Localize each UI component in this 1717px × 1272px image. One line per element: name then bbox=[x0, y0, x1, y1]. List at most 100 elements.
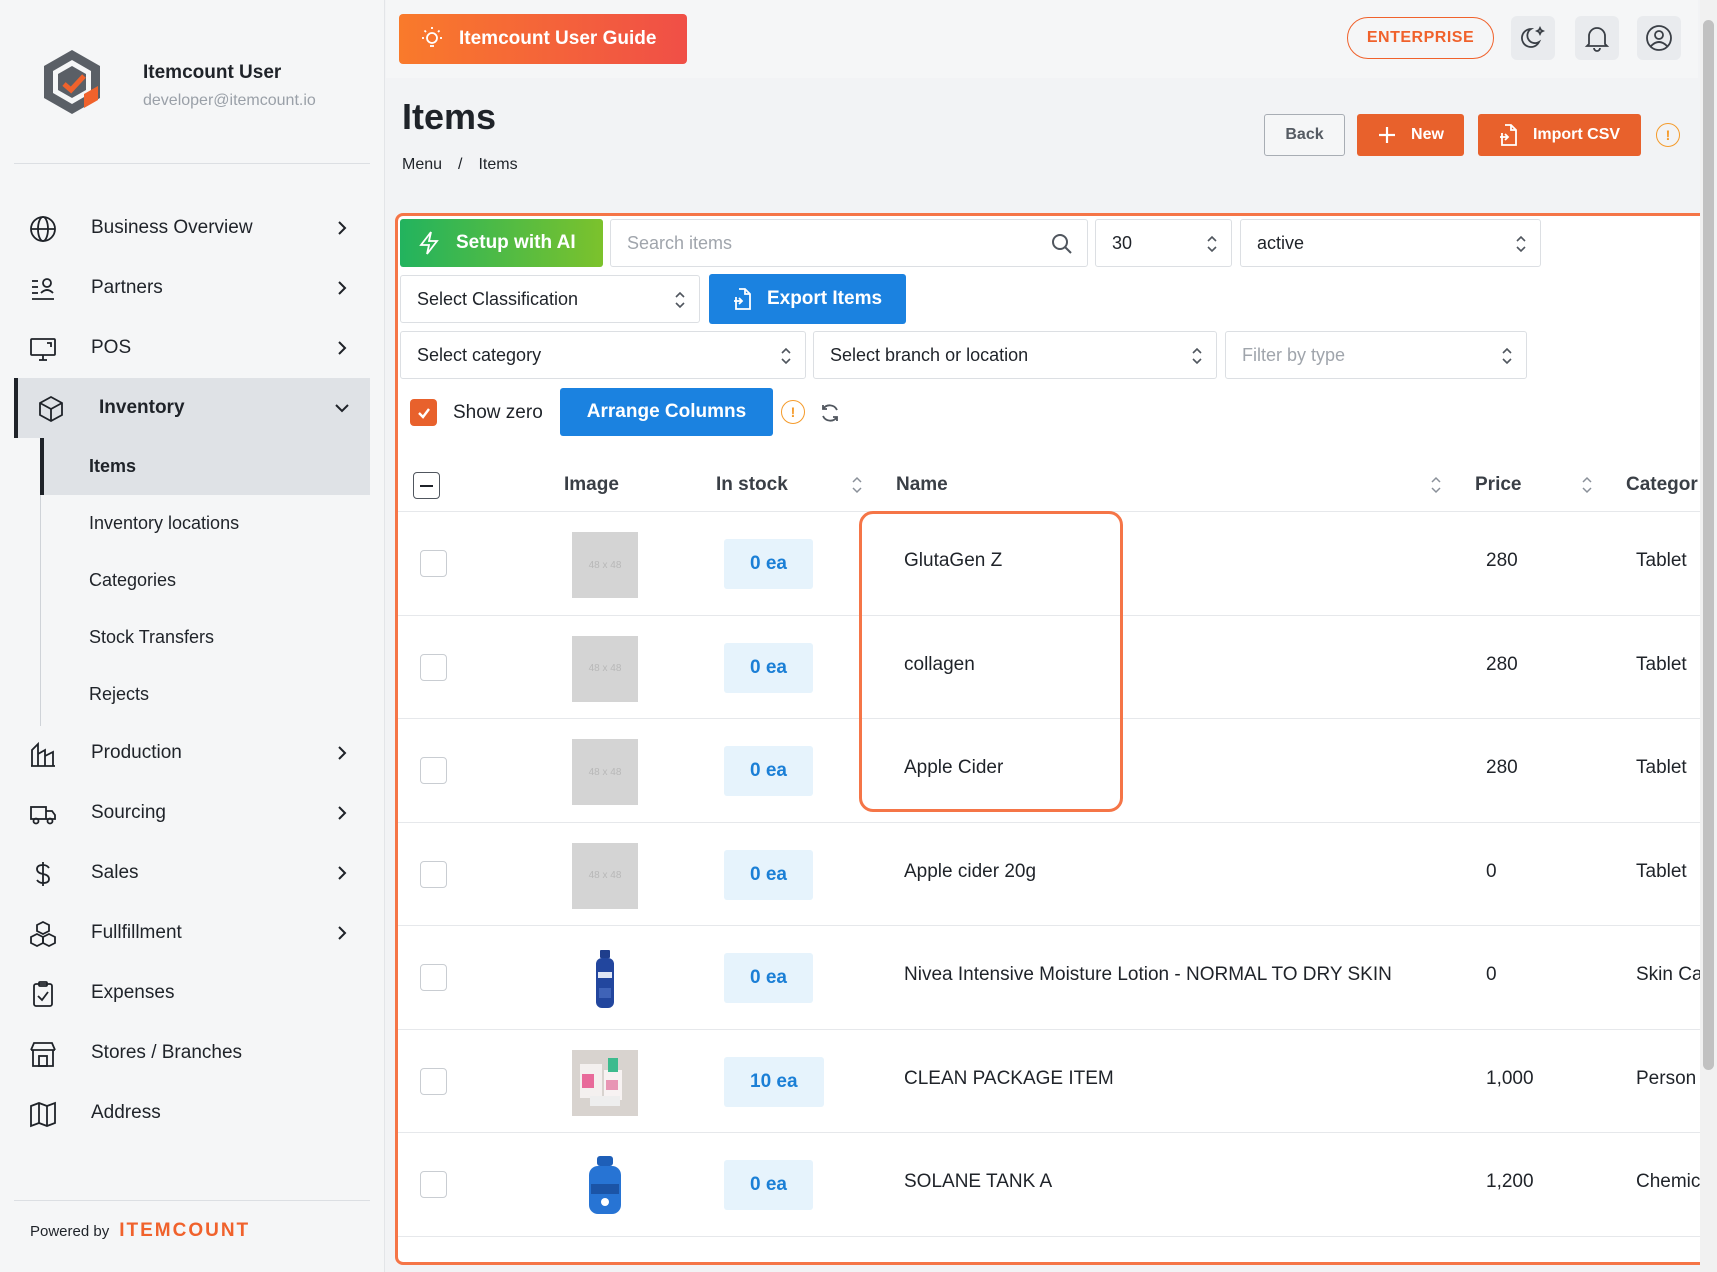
export-items-button[interactable]: Export Items bbox=[709, 274, 906, 324]
sidebar-item-pos[interactable]: POS bbox=[14, 318, 370, 378]
store-icon bbox=[28, 1039, 58, 1069]
sidebar-item-address[interactable]: Address bbox=[14, 1083, 370, 1143]
item-name[interactable]: Nivea Intensive Moisture Lotion - NORMAL… bbox=[904, 964, 1392, 986]
table-row[interactable]: 10 ea CLEAN PACKAGE ITEM 1,000 Person bbox=[398, 1030, 1708, 1133]
column-image[interactable]: Image bbox=[564, 474, 619, 496]
item-name[interactable]: Apple cider 20g bbox=[904, 861, 1036, 883]
select-arrows-icon bbox=[1502, 347, 1512, 365]
item-price: 280 bbox=[1486, 757, 1518, 778]
branch-select[interactable]: Select branch or location bbox=[813, 331, 1217, 379]
sidebar-item-sourcing[interactable]: Sourcing bbox=[14, 783, 370, 843]
lightbulb-icon bbox=[422, 27, 442, 47]
sidebar-subitem-items[interactable]: Items bbox=[40, 438, 370, 495]
item-name[interactable]: SOLANE TANK A bbox=[904, 1171, 1052, 1193]
refresh-icon[interactable] bbox=[819, 402, 841, 424]
sidebar-item-label: Expenses bbox=[91, 982, 175, 1003]
info-warning-icon[interactable]: ! bbox=[1656, 123, 1680, 147]
column-name[interactable]: Name bbox=[896, 474, 948, 496]
profile-section: Itemcount User developer@itemcount.io bbox=[0, 0, 385, 165]
stock-badge: 10 ea bbox=[724, 1056, 824, 1107]
row-checkbox[interactable] bbox=[420, 757, 447, 784]
row-checkbox[interactable] bbox=[420, 1067, 447, 1095]
table-row[interactable]: 48 x 48 0 ea collagen 280 Tablet bbox=[398, 616, 1708, 719]
row-checkbox[interactable] bbox=[420, 860, 447, 888]
arrange-columns-button[interactable]: Arrange Columns bbox=[560, 388, 773, 436]
enterprise-badge[interactable]: ENTERPRISE bbox=[1347, 17, 1494, 59]
sidebar-item-stores[interactable]: Stores / Branches bbox=[14, 1023, 370, 1083]
breadcrumb-menu[interactable]: Menu bbox=[402, 156, 442, 174]
columns-info-icon[interactable]: ! bbox=[781, 400, 805, 424]
item-category: Tablet bbox=[1636, 757, 1687, 778]
item-category: Skin Ca bbox=[1636, 964, 1703, 985]
table-row[interactable]: 0 ea SOLANE TANK A 1,200 Chemic bbox=[398, 1133, 1708, 1237]
item-price: 1,200 bbox=[1486, 1171, 1534, 1192]
table-row[interactable]: 48 x 48 0 ea Apple cider 20g 0 Tablet bbox=[398, 823, 1708, 926]
user-email: developer@itemcount.io bbox=[143, 92, 316, 109]
table-row[interactable]: 48 x 48 0 ea Apple Cider 280 Tablet bbox=[398, 719, 1708, 823]
item-name[interactable]: collagen bbox=[904, 654, 975, 676]
sidebar-item-business-overview[interactable]: Business Overview bbox=[14, 198, 370, 258]
item-image-placeholder: 48 x 48 bbox=[572, 739, 638, 805]
user-guide-button[interactable]: Itemcount User Guide bbox=[399, 14, 687, 64]
truck-icon bbox=[28, 799, 58, 829]
table-row[interactable]: 48 x 48 0 ea GlutaGen Z 280 Tablet bbox=[398, 512, 1708, 616]
classification-select[interactable]: Select Classification bbox=[400, 275, 700, 323]
item-name[interactable]: CLEAN PACKAGE ITEM bbox=[904, 1068, 1114, 1090]
select-all-checkbox[interactable] bbox=[413, 472, 440, 499]
setup-with-ai-button[interactable]: Setup with AI bbox=[400, 219, 603, 267]
item-category: Tablet bbox=[1636, 653, 1687, 675]
dark-mode-toggle[interactable] bbox=[1511, 16, 1555, 60]
stock-badge: 0 ea bbox=[724, 953, 813, 1003]
table-row[interactable]: 0 ea Nivea Intensive Moisture Lotion - N… bbox=[398, 926, 1708, 1030]
item-name[interactable]: Apple Cider bbox=[904, 757, 1003, 779]
bell-icon bbox=[1584, 27, 1610, 52]
powered-by-brand[interactable]: ITEMCOUNT bbox=[119, 1220, 250, 1242]
globe-icon bbox=[28, 214, 58, 244]
user-guide-label: Itemcount User Guide bbox=[459, 28, 657, 49]
sidebar-subitem-rejects[interactable]: Rejects bbox=[14, 666, 370, 723]
row-checkbox[interactable] bbox=[420, 964, 447, 991]
row-checkbox[interactable] bbox=[420, 550, 447, 577]
sidebar-subitem-inventory-locations[interactable]: Inventory locations bbox=[14, 495, 370, 552]
page-size-select[interactable]: 30 bbox=[1095, 219, 1232, 267]
notifications-button[interactable] bbox=[1575, 16, 1619, 60]
scrollbar-thumb[interactable] bbox=[1703, 20, 1714, 1070]
item-price: 280 bbox=[1486, 653, 1518, 675]
status-select[interactable]: active bbox=[1240, 219, 1541, 267]
row-checkbox[interactable] bbox=[420, 1171, 447, 1198]
back-button[interactable]: Back bbox=[1264, 114, 1345, 156]
subitem-label: Categories bbox=[89, 570, 177, 590]
category-select[interactable]: Select category bbox=[400, 331, 806, 379]
sidebar-subitem-categories[interactable]: Categories bbox=[14, 552, 370, 609]
sidebar-subitem-stock-transfers[interactable]: Stock Transfers bbox=[14, 609, 370, 666]
select-arrows-icon bbox=[1192, 347, 1202, 365]
type-filter-select[interactable]: Filter by type bbox=[1225, 331, 1527, 379]
sidebar-item-sales[interactable]: Sales bbox=[14, 843, 370, 903]
chevron-right-icon bbox=[338, 281, 347, 295]
topbar: Itemcount User Guide ENTERPRISE bbox=[386, 0, 1698, 78]
sidebar-item-expenses[interactable]: Expenses bbox=[14, 963, 370, 1023]
sidebar-item-inventory[interactable]: Inventory bbox=[14, 378, 370, 438]
sidebar: Itemcount User developer@itemcount.io Bu… bbox=[0, 0, 385, 1272]
column-in-stock[interactable]: In stock bbox=[716, 474, 788, 496]
sort-icon[interactable] bbox=[1581, 476, 1593, 494]
sidebar-item-partners[interactable]: Partners bbox=[14, 258, 370, 318]
sidebar-item-production[interactable]: Production bbox=[14, 723, 370, 783]
column-category[interactable]: Categor bbox=[1626, 474, 1698, 496]
item-image-placeholder: 48 x 48 bbox=[572, 842, 638, 909]
search-input[interactable]: Search items bbox=[610, 219, 1088, 267]
sidebar-item-label: POS bbox=[91, 337, 132, 358]
account-button[interactable] bbox=[1637, 16, 1681, 60]
item-name[interactable]: GlutaGen Z bbox=[904, 550, 1002, 572]
row-checkbox[interactable] bbox=[420, 653, 447, 681]
sort-icon[interactable] bbox=[851, 476, 863, 494]
column-price[interactable]: Price bbox=[1475, 474, 1521, 496]
box-icon bbox=[36, 394, 66, 424]
import-csv-button[interactable]: Import CSV bbox=[1478, 114, 1641, 156]
new-item-button[interactable]: New bbox=[1357, 114, 1464, 156]
sort-icon[interactable] bbox=[1430, 476, 1442, 494]
chevron-right-icon bbox=[338, 746, 347, 760]
page-scrollbar[interactable] bbox=[1700, 0, 1717, 1272]
show-zero-checkbox[interactable] bbox=[410, 399, 437, 426]
sidebar-item-fulfillment[interactable]: Fullfillment bbox=[14, 903, 370, 963]
